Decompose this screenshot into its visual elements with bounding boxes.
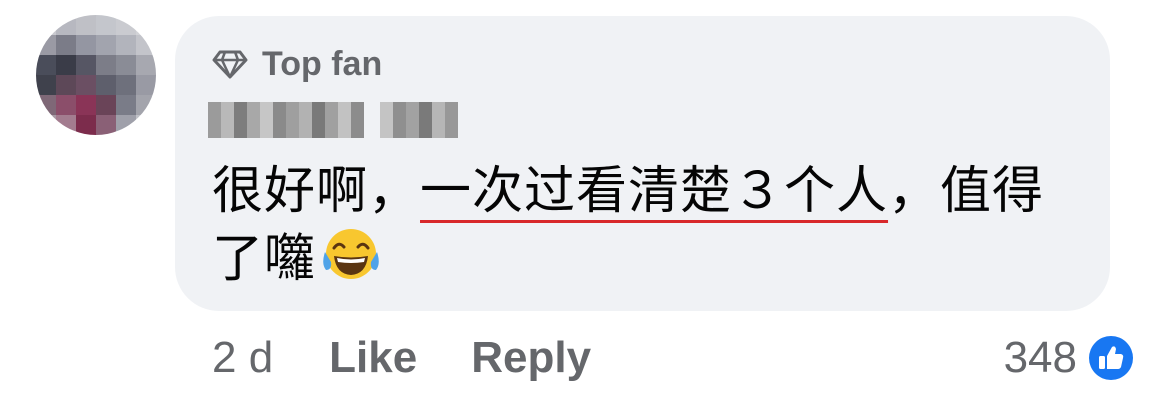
reactions-summary[interactable]: 348 <box>1004 330 1135 386</box>
comment-actions: 2 d Like Reply <box>212 330 645 386</box>
tears-of-joy-emoji-icon <box>323 229 379 279</box>
reaction-count: 348 <box>1003 333 1077 382</box>
timestamp[interactable]: 2 d <box>212 333 273 383</box>
commenter-name-redacted[interactable] <box>208 100 458 140</box>
like-thumb-icon <box>1089 336 1133 380</box>
comment-text: 很好啊，一次过看清楚３个人，值得了囖 <box>212 158 1092 294</box>
diamond-icon <box>212 50 248 79</box>
avatar[interactable] <box>36 15 156 135</box>
comment-text-highlighted: 一次过看清楚３个人 <box>420 162 889 221</box>
badge-label: Top fan <box>262 44 383 83</box>
top-fan-badge: Top fan <box>212 44 382 84</box>
reply-button[interactable]: Reply <box>471 333 591 383</box>
like-button[interactable]: Like <box>329 333 417 383</box>
comment-text-start: 很好啊， <box>212 162 421 221</box>
